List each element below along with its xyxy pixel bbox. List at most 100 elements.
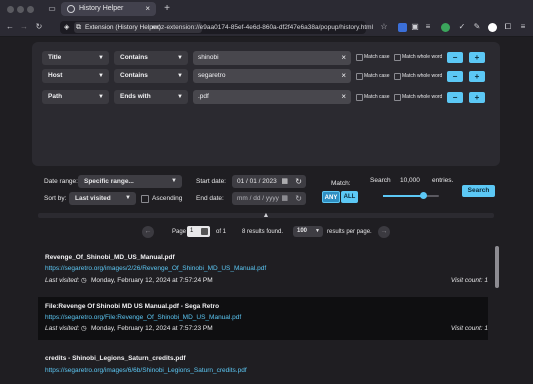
extension-book-icon[interactable]: ▣ bbox=[410, 22, 420, 32]
match-label: Match: bbox=[331, 180, 351, 187]
filter-op-select[interactable]: Contains ▼ bbox=[114, 69, 188, 83]
filter-field-select[interactable]: Host ▼ bbox=[42, 69, 109, 83]
prev-page-button[interactable]: ← bbox=[142, 226, 154, 238]
result-url[interactable]: https://segaretro.org/File:Revenge_Of_Sh… bbox=[45, 313, 241, 322]
filter-field-value: Path bbox=[48, 93, 63, 100]
match-case-checkbox[interactable] bbox=[356, 54, 363, 61]
window-minimize-dot[interactable] bbox=[17, 6, 24, 13]
filter-field-value: Title bbox=[48, 54, 62, 61]
url-bar[interactable]: ◈ ⧉ Extension (History Helper) moz-exten… bbox=[60, 21, 373, 34]
chevron-down-icon: ▼ bbox=[315, 228, 320, 234]
menu-icon[interactable]: ≡ bbox=[518, 22, 528, 32]
chevron-down-icon: ▼ bbox=[177, 73, 183, 79]
remove-filter-button[interactable]: − bbox=[447, 71, 463, 82]
slider-thumb[interactable] bbox=[419, 192, 427, 199]
forward-icon[interactable]: → bbox=[19, 22, 29, 32]
remove-filter-button[interactable]: − bbox=[447, 52, 463, 63]
result-date: Monday, February 12, 2024 at 7:57:23 PM bbox=[91, 325, 213, 332]
result-card[interactable]: credits - Shinobi_Legions_Saturn_credits… bbox=[38, 349, 488, 384]
ascending-label: Ascending bbox=[152, 195, 183, 202]
clear-icon[interactable]: × bbox=[341, 90, 346, 104]
end-date-input[interactable]: mm / dd / yyyy ▦ ↻ bbox=[232, 192, 306, 205]
page-label: Page bbox=[172, 229, 187, 235]
stepper-icon[interactable] bbox=[201, 228, 208, 235]
results-scrollbar[interactable] bbox=[495, 246, 499, 288]
add-filter-button[interactable]: + bbox=[469, 71, 485, 82]
bookmark-star-icon[interactable]: ☆ bbox=[379, 22, 389, 32]
extension-shield-icon[interactable] bbox=[398, 23, 407, 32]
reset-date-icon[interactable]: ↻ bbox=[295, 175, 302, 188]
page-number-input[interactable]: 1 bbox=[187, 226, 210, 237]
window-close-dot[interactable] bbox=[7, 6, 14, 13]
visit-count: Visit count: 1 bbox=[450, 277, 488, 284]
url-text[interactable]: moz-extension://e9aa0174-85ef-4e6d-860a-… bbox=[152, 21, 373, 34]
last-visited-label: Last visited: bbox=[45, 277, 80, 284]
window-zoom-dot[interactable] bbox=[27, 6, 34, 13]
chevron-down-icon: ▼ bbox=[98, 55, 104, 61]
reload-icon[interactable]: ↻ bbox=[34, 22, 44, 32]
result-url[interactable]: https://segaretro.org/images/2/26/Reveng… bbox=[45, 264, 266, 273]
back-icon[interactable]: ← bbox=[5, 22, 15, 32]
filter-field-select[interactable]: Path ▼ bbox=[42, 90, 109, 104]
extensions-puzzle-icon[interactable]: ⧠ bbox=[503, 22, 513, 32]
match-whole-word-checkbox[interactable] bbox=[394, 54, 401, 61]
chevron-down-icon: ▼ bbox=[98, 94, 104, 100]
filter-op-select[interactable]: Contains ▼ bbox=[114, 51, 188, 65]
add-filter-button[interactable]: + bbox=[469, 52, 485, 63]
collapse-up-icon[interactable]: ▲ bbox=[261, 211, 271, 221]
filter-op-select[interactable]: Ends with ▼ bbox=[114, 90, 188, 104]
remove-filter-button[interactable]: − bbox=[447, 92, 463, 103]
match-whole-word-checkbox[interactable] bbox=[394, 94, 401, 101]
new-tab-button[interactable]: + bbox=[162, 4, 172, 14]
filter-value-input[interactable]: shinobi × bbox=[193, 51, 351, 65]
shield-icon: ◈ bbox=[64, 24, 70, 31]
chevron-down-icon: ▼ bbox=[98, 73, 104, 79]
match-case-checkbox[interactable] bbox=[356, 73, 363, 80]
match-case-label: Match case bbox=[364, 73, 390, 79]
per-page-select[interactable]: 100 ▼ bbox=[293, 226, 323, 237]
next-page-button[interactable]: → bbox=[378, 226, 390, 238]
filter-value-text: segaretro bbox=[198, 72, 226, 79]
extension-stack-icon[interactable]: ≡ bbox=[423, 22, 433, 32]
tab-overview-icon[interactable]: ▭ bbox=[47, 4, 57, 14]
clear-icon[interactable]: × bbox=[341, 69, 346, 83]
sort-by-select[interactable]: Last visited ▼ bbox=[69, 192, 136, 205]
end-date-value: mm / dd / yyyy bbox=[237, 195, 279, 202]
globe-icon bbox=[67, 5, 75, 13]
search-count: 10,000 bbox=[400, 177, 420, 184]
per-page-value: 100 bbox=[297, 228, 308, 234]
date-range-label: Date range: bbox=[44, 178, 78, 185]
result-card[interactable]: Revenge_Of_Shinobi_MD_US_Manual.pdf http… bbox=[38, 248, 488, 293]
tab-close-icon[interactable]: × bbox=[145, 2, 150, 16]
match-case-checkbox[interactable] bbox=[356, 94, 363, 101]
match-any-toggle[interactable]: ANY bbox=[322, 191, 340, 203]
reset-date-icon[interactable]: ↻ bbox=[295, 192, 302, 205]
start-date-input[interactable]: 01 / 01 / 2023 ▦ ↻ bbox=[232, 175, 306, 188]
filter-value-input[interactable]: .pdf × bbox=[193, 90, 351, 104]
start-date-label: Start date: bbox=[196, 178, 226, 185]
sort-by-value: Last visited bbox=[75, 195, 111, 202]
filter-op-value: Ends with bbox=[120, 93, 151, 100]
entries-label: entries. bbox=[432, 177, 454, 184]
tab-history-helper[interactable]: History Helper × bbox=[61, 2, 156, 16]
add-filter-button[interactable]: + bbox=[469, 92, 485, 103]
clear-icon[interactable]: × bbox=[341, 51, 346, 65]
search-button[interactable]: Search bbox=[462, 185, 495, 197]
extension-green-icon[interactable] bbox=[441, 23, 450, 32]
result-url[interactable]: https://segaretro.org/images/6/6b/Shinob… bbox=[45, 366, 247, 375]
filter-field-select[interactable]: Title ▼ bbox=[42, 51, 109, 65]
search-limit-slider[interactable] bbox=[383, 192, 439, 199]
calendar-icon[interactable]: ▦ bbox=[281, 192, 288, 205]
extension-check-icon[interactable]: ✓ bbox=[457, 22, 467, 32]
calendar-icon[interactable]: ▦ bbox=[281, 175, 288, 188]
result-title: Revenge_Of_Shinobi_MD_US_Manual.pdf bbox=[45, 254, 175, 261]
date-range-select[interactable]: Specific range... ▼ bbox=[78, 175, 182, 188]
match-all-toggle[interactable]: ALL bbox=[341, 191, 358, 203]
filter-value-input[interactable]: segaretro × bbox=[193, 69, 351, 83]
extension-wrench-icon[interactable]: ✎ bbox=[472, 22, 482, 32]
ascending-checkbox[interactable] bbox=[141, 195, 149, 203]
result-title: credits - Shinobi_Legions_Saturn_credits… bbox=[45, 355, 186, 362]
result-card[interactable]: File:Revenge Of Shinobi MD US Manual.pdf… bbox=[38, 297, 488, 340]
match-whole-word-checkbox[interactable] bbox=[394, 73, 401, 80]
extension-m-icon[interactable] bbox=[488, 23, 497, 32]
